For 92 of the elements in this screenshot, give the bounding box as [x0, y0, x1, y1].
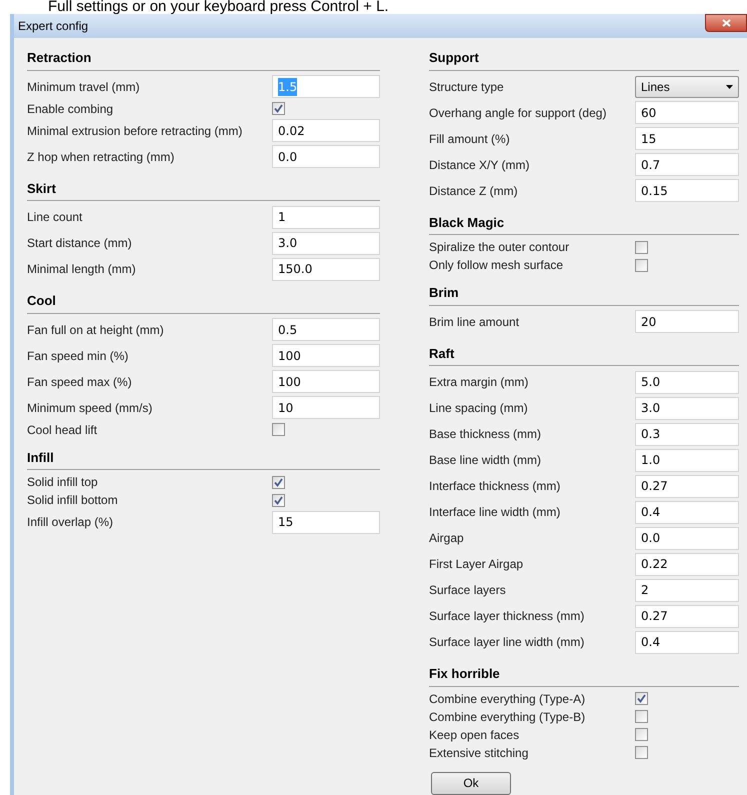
- close-button[interactable]: [705, 14, 747, 32]
- setting-label: Infill overlap (%): [27, 514, 114, 531]
- input-field[interactable]: 0.02: [272, 119, 380, 142]
- input-field[interactable]: 100: [272, 370, 380, 393]
- section-heading: Fix horrible: [429, 664, 739, 686]
- setting-label: Distance X/Y (mm): [429, 156, 530, 174]
- setting-label: Combine everything (Type-A): [429, 690, 586, 708]
- input-field[interactable]: 0.4: [635, 630, 739, 654]
- input-field[interactable]: 1: [272, 206, 380, 228]
- ok-button[interactable]: Ok: [431, 772, 511, 794]
- setting-label: Base thickness (mm): [429, 426, 542, 443]
- checkbox[interactable]: [635, 258, 648, 272]
- setting-label: Start distance (mm): [27, 235, 133, 252]
- window-title: Expert config: [18, 18, 88, 35]
- setting-label: Cool head lift: [27, 422, 98, 438]
- setting-label: Fill amount (%): [429, 130, 511, 148]
- setting-label: Extra margin (mm): [429, 374, 530, 391]
- input-field[interactable]: 0.3: [635, 422, 739, 446]
- checkmark-icon: [274, 104, 283, 113]
- input-field[interactable]: 20: [635, 310, 739, 333]
- setting-label: Combine everything (Type-B): [429, 708, 586, 726]
- input-field[interactable]: 3.0: [635, 396, 739, 420]
- setting-label: Line count: [27, 209, 84, 226]
- input-field[interactable]: 150.0: [272, 258, 380, 280]
- input-field[interactable]: 5.0: [635, 370, 739, 394]
- checkbox[interactable]: [272, 494, 285, 506]
- setting-label: Solid infill top: [27, 474, 99, 491]
- structure-type-dropdown[interactable]: Lines: [635, 76, 739, 98]
- input-field[interactable]: 0.15: [635, 179, 739, 202]
- setting-label: Keep open faces: [429, 726, 520, 744]
- checkbox[interactable]: [272, 102, 285, 115]
- input-field[interactable]: 10: [272, 396, 380, 419]
- setting-label: Only follow mesh surface: [429, 257, 564, 274]
- section-heading: Black Magic: [429, 212, 739, 235]
- setting-label: Spiralize the outer contour: [429, 239, 570, 256]
- section-heading: Skirt: [27, 178, 380, 201]
- input-field[interactable]: 0.0: [635, 526, 739, 550]
- input-field[interactable]: 0.7: [635, 153, 739, 176]
- setting-label: Enable combing: [27, 100, 114, 118]
- section-heading: Infill: [27, 448, 380, 470]
- setting-label: Surface layer line width (mm): [429, 634, 586, 651]
- input-field[interactable]: 15: [272, 510, 380, 534]
- input-field[interactable]: 100: [272, 344, 380, 367]
- setting-label: Airgap: [429, 530, 465, 547]
- close-icon: [722, 19, 730, 27]
- section-heading: Raft: [429, 344, 739, 366]
- checkbox[interactable]: [272, 476, 285, 488]
- setting-label: Extensive stitching: [429, 744, 530, 762]
- setting-label: Overhang angle for support (deg): [429, 104, 608, 122]
- input-field[interactable]: 2: [635, 578, 739, 602]
- checkbox[interactable]: [635, 692, 648, 705]
- checkbox[interactable]: [272, 423, 285, 436]
- setting-label: Minimum travel (mm): [27, 78, 141, 96]
- input-field[interactable]: 15: [635, 127, 739, 150]
- setting-label: Solid infill bottom: [27, 492, 119, 509]
- setting-label: Fan full on at height (mm): [27, 322, 165, 338]
- setting-label: Surface layers: [429, 582, 507, 599]
- setting-label: Fan speed min (%): [27, 348, 130, 364]
- input-field[interactable]: 0.27: [635, 474, 739, 498]
- setting-label: Base line width (mm): [429, 452, 542, 469]
- section-heading: Cool: [27, 291, 380, 314]
- input-field[interactable]: 60: [635, 101, 739, 124]
- setting-label: Minimal length (mm): [27, 261, 137, 278]
- checkbox[interactable]: [635, 746, 648, 759]
- setting-label: Interface line width (mm): [429, 504, 562, 521]
- setting-label: Fan speed max (%): [27, 374, 133, 390]
- input-field[interactable]: 0.27: [635, 604, 739, 628]
- checkbox[interactable]: [635, 240, 648, 254]
- setting-label: Brim line amount: [429, 314, 520, 330]
- caret-icon: [726, 84, 733, 88]
- setting-label: Z hop when retracting (mm): [27, 148, 176, 166]
- setting-label: Surface layer thickness (mm): [429, 608, 586, 625]
- setting-label: First Layer Airgap: [429, 556, 524, 573]
- input-field[interactable]: 0.0: [272, 145, 380, 168]
- checkbox[interactable]: [635, 710, 648, 723]
- input-field[interactable]: 0.22: [635, 552, 739, 576]
- input-field[interactable]: 0.4: [635, 500, 739, 524]
- setting-label: Line spacing (mm): [429, 400, 529, 417]
- caption-text: Full settings or on your keyboard press Control + L.: [48, 0, 389, 14]
- input-field[interactable]: 3.0: [272, 232, 380, 254]
- setting-label: Minimum speed (mm/s): [27, 400, 154, 416]
- checkbox[interactable]: [635, 728, 648, 741]
- checkmark-icon: [637, 694, 646, 703]
- input-field[interactable]: 0.5: [272, 318, 380, 341]
- section-heading: Retraction: [27, 48, 380, 70]
- setting-label: Minimal extrusion before retracting (mm): [27, 122, 244, 140]
- setting-label: Distance Z (mm): [429, 182, 519, 200]
- section-heading: Brim: [429, 283, 739, 306]
- setting-label: Structure type: [429, 78, 505, 96]
- input-field[interactable]: 1.0: [635, 448, 739, 472]
- setting-label: Interface thickness (mm): [429, 478, 562, 495]
- section-heading: Support: [429, 48, 739, 70]
